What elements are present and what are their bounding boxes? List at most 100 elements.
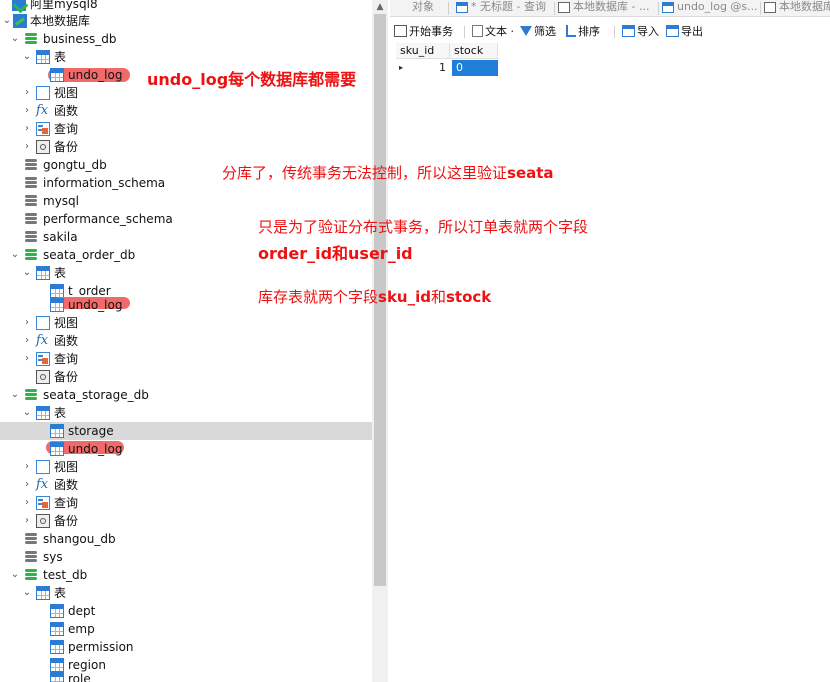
- views-label: 视图: [54, 460, 79, 474]
- tree-row-backups[interactable]: › 备份: [0, 512, 372, 530]
- tab-bar: 对象 * 无标题 - 查询 本地数据库 - ... undo_log @s...…: [390, 0, 830, 17]
- toolbar-separator: [614, 26, 615, 38]
- tree-row-database[interactable]: mysql: [0, 192, 372, 210]
- tab-label: 对象: [412, 0, 434, 13]
- database-icon: [24, 176, 38, 190]
- tree-row-tables[interactable]: ⌄ 表: [0, 264, 372, 282]
- tree-row-tables[interactable]: ⌄ 表: [0, 584, 372, 602]
- import-button[interactable]: 导入: [622, 22, 659, 42]
- query-icon: [36, 122, 50, 136]
- tab-undo-log[interactable]: undo_log @s...: [662, 0, 758, 16]
- annotation-keyword: stock: [446, 288, 492, 306]
- chevron-down-icon[interactable]: ⌄: [10, 30, 20, 48]
- tree-item-table[interactable]: permission: [0, 638, 372, 656]
- sort-icon: [566, 25, 576, 37]
- tab-untitled-query[interactable]: * 无标题 - 查询: [456, 0, 546, 16]
- query-icon: [36, 496, 50, 510]
- tree-item-table[interactable]: dept: [0, 602, 372, 620]
- tab-local-db-console-2[interactable]: 本地数据库: [764, 0, 830, 16]
- text-view-button[interactable]: 文本 ·: [472, 22, 514, 42]
- chevron-right-icon[interactable]: ›: [22, 458, 32, 476]
- tree-row-tables[interactable]: ⌄ 表: [0, 404, 372, 422]
- tree-item-undo-log[interactable]: undo_log: [0, 440, 372, 458]
- table-label: dept: [68, 604, 96, 618]
- database-label: shangou_db: [43, 532, 116, 546]
- tree-row-functions[interactable]: › fx 函数: [0, 102, 372, 120]
- cell-sku-id[interactable]: 1: [404, 60, 450, 76]
- views-label: 视图: [54, 86, 79, 100]
- tree-row-tables[interactable]: ⌄ 表: [0, 48, 372, 66]
- tree-row-backups[interactable]: › 备份: [0, 138, 372, 156]
- chevron-right-icon[interactable]: ›: [22, 120, 32, 138]
- tree-item-storage[interactable]: storage: [0, 422, 372, 440]
- tree-row-seata-storage-db[interactable]: ⌄ seata_storage_db: [0, 386, 372, 404]
- database-label: seata_order_db: [43, 248, 136, 262]
- backups-label: 备份: [54, 514, 79, 528]
- column-header-sku-id[interactable]: sku_id: [396, 43, 450, 59]
- chevron-right-icon[interactable]: ›: [22, 350, 32, 368]
- database-open-icon: [24, 32, 38, 46]
- begin-transaction-button[interactable]: 开始事务: [394, 22, 453, 42]
- tree-row-queries[interactable]: › 查询: [0, 494, 372, 512]
- chevron-right-icon[interactable]: ›: [22, 102, 32, 120]
- backup-icon: [36, 140, 50, 154]
- tree-row-business-db[interactable]: ⌄ business_db: [0, 30, 372, 48]
- tree-row-test-db[interactable]: ⌄ test_db: [0, 566, 372, 584]
- sort-button[interactable]: 排序: [566, 22, 600, 42]
- tree-row-database[interactable]: shangou_db: [0, 530, 372, 548]
- backups-label: 备份: [54, 370, 79, 384]
- tree-item-table[interactable]: role: [0, 670, 372, 682]
- tree-row-queries[interactable]: › 查询: [0, 120, 372, 138]
- tree-item-table[interactable]: emp: [0, 620, 372, 638]
- chevron-right-icon[interactable]: ›: [22, 494, 32, 512]
- functions-label: 函数: [54, 478, 79, 492]
- database-open-icon: [24, 388, 38, 402]
- tree-row-views[interactable]: › 视图: [0, 458, 372, 476]
- import-icon: [622, 25, 635, 37]
- export-button[interactable]: 导出: [666, 22, 703, 42]
- chevron-right-icon[interactable]: ›: [22, 476, 32, 494]
- filter-button[interactable]: 筛选: [520, 22, 556, 42]
- tree-row-local[interactable]: ⌄ 本地数据库: [0, 12, 372, 30]
- chevron-down-icon[interactable]: ⌄: [10, 566, 20, 584]
- annotation-storage-fields: 库存表就两个字段sku_id和stock: [258, 286, 491, 307]
- chevron-down-icon[interactable]: ⌄: [22, 584, 32, 602]
- column-header-stock[interactable]: stock: [450, 43, 498, 59]
- navigator-tree[interactable]: 阿里mysql8 ⌄ 本地数据库 ⌄ business_db ⌄ 表 undo_…: [0, 0, 372, 682]
- chevron-right-icon[interactable]: ›: [22, 314, 32, 332]
- tree-row-views[interactable]: › 视图: [0, 314, 372, 332]
- tables-folder-icon: [36, 406, 50, 420]
- tree-row-functions[interactable]: › fx 函数: [0, 476, 372, 494]
- chevron-down-icon[interactable]: ⌄: [22, 48, 32, 66]
- view-icon: [36, 316, 50, 330]
- tab-local-db-console[interactable]: 本地数据库 - ...: [558, 0, 649, 16]
- chevron-right-icon[interactable]: ›: [22, 332, 32, 350]
- database-icon: [24, 212, 38, 226]
- annotation-text: undo_log每个数据库都需要: [147, 70, 357, 89]
- tab-objects[interactable]: 对象: [412, 0, 434, 16]
- button-label: 导出: [681, 25, 703, 38]
- tree-row-database[interactable]: sys: [0, 548, 372, 566]
- chevron-down-icon[interactable]: ⌄: [2, 12, 12, 30]
- chevron-down-icon[interactable]: ⌄: [10, 246, 20, 264]
- queries-label: 查询: [54, 122, 79, 136]
- chevron-down-icon[interactable]: ⌄: [10, 386, 20, 404]
- chevron-down-icon[interactable]: ⌄: [22, 404, 32, 422]
- tree-row-backups[interactable]: 备份: [0, 368, 372, 386]
- database-icon: [24, 550, 38, 564]
- filter-icon: [520, 26, 532, 36]
- backups-label: 备份: [54, 140, 79, 154]
- cell-stock-selected[interactable]: 0: [452, 60, 498, 76]
- table-label: permission: [68, 640, 134, 654]
- tree-row-functions[interactable]: › fx 函数: [0, 332, 372, 350]
- tree-row-queries[interactable]: › 查询: [0, 350, 372, 368]
- views-label: 视图: [54, 316, 79, 330]
- chevron-right-icon[interactable]: ›: [22, 512, 32, 530]
- chevron-down-icon[interactable]: ⌄: [22, 264, 32, 282]
- scroll-up-arrow-icon[interactable]: ▲: [372, 0, 388, 14]
- database-label: test_db: [43, 568, 88, 582]
- annotation-text: 库存表就两个字段: [258, 288, 379, 306]
- chevron-right-icon[interactable]: ›: [22, 84, 32, 102]
- chevron-right-icon[interactable]: ›: [22, 138, 32, 156]
- button-label: 筛选: [534, 25, 556, 38]
